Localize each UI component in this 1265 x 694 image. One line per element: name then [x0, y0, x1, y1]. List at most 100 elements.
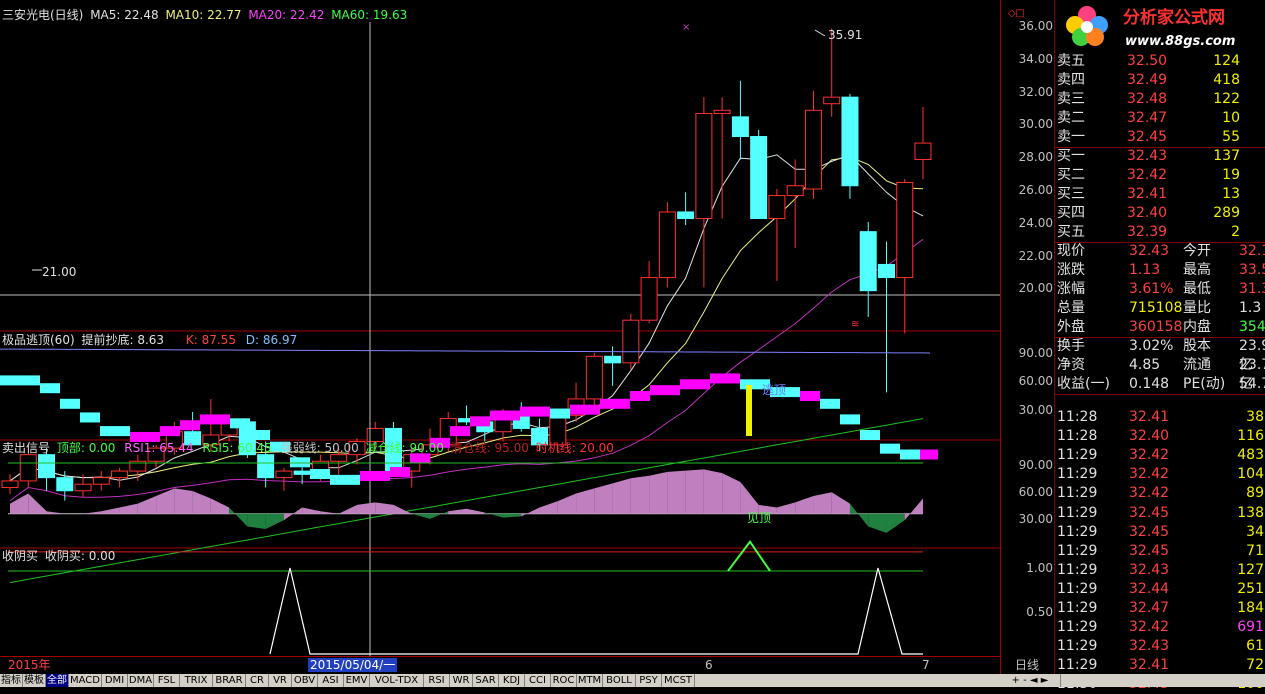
orderbook-volume: 137 [1213, 148, 1240, 164]
tick-price: 32.45 [1129, 523, 1170, 540]
orderbook-price: 32.42 [1127, 167, 1168, 183]
escape-step-bar [80, 412, 100, 423]
tick-time: 11:29 [1057, 447, 1098, 464]
tab-kdj[interactable]: KDJ [499, 674, 525, 687]
candle-body [92, 477, 110, 485]
tab-dmi[interactable]: DMI [102, 674, 128, 687]
tick-price: 32.41 [1129, 657, 1170, 674]
stat-label-2: 内盘 [1183, 319, 1211, 335]
logo-url: www.88gs.com [1125, 34, 1236, 49]
ma10-value: MA10: 22.77 [165, 8, 242, 22]
stat-value: 1.13 [1129, 262, 1161, 278]
escape-step-bar [180, 420, 200, 431]
rsi-area [813, 492, 832, 514]
tab-cr[interactable]: CR [246, 674, 269, 687]
candle-body [257, 454, 275, 479]
orderbook-volume: 10 [1222, 110, 1240, 126]
rsi-area [776, 502, 796, 514]
tab-obv[interactable]: OBV [292, 674, 318, 687]
tab-roc[interactable]: ROC [551, 674, 577, 687]
tick-row: 11:29 32.45 34 [1055, 523, 1265, 542]
stat-value: 715108 [1129, 300, 1183, 316]
candle-body [622, 319, 640, 364]
x-marker: × [682, 22, 690, 33]
tick-row: 11:29 32.42 104 [1055, 465, 1265, 484]
tab-全部[interactable]: 全部 [46, 674, 69, 687]
rsi-area [210, 498, 230, 514]
escape-step-bar [860, 430, 880, 440]
buy-signal-line [269, 567, 923, 655]
tab-模板[interactable]: 模板 [23, 674, 46, 687]
strong-line-value: 强弱线: 50.00 [280, 441, 359, 455]
stat-value: 3.02% [1129, 338, 1174, 354]
escape-upper-line [0, 348, 931, 354]
tab-sar[interactable]: SAR [473, 674, 499, 687]
orderbook-row: 买五 32.39 2 [1055, 223, 1265, 242]
tab-fsl[interactable]: FSL [154, 674, 180, 687]
orderbook-label: 买四 [1057, 205, 1085, 221]
orderbook-volume: 55 [1222, 129, 1240, 145]
escape-step-bar [40, 383, 60, 394]
tick-22: 22.00 [1018, 249, 1053, 263]
kline-chart-area[interactable]: × ≋ 三安光电(日线) MA5: 22.48 MA10: 22.77 MA20:… [0, 0, 1000, 674]
stat-label: 收益(一) [1057, 376, 1110, 392]
tab-mcst[interactable]: MCST [662, 674, 695, 687]
orderbook-label: 卖一 [1057, 129, 1085, 145]
panel2-title: 极品逃顶(60) [2, 333, 75, 347]
tab-asi[interactable]: ASI [318, 674, 344, 687]
panel4-title: 收阴买 [2, 549, 39, 563]
escape-step-bar [630, 391, 650, 401]
rsi-area [229, 507, 248, 527]
tab-trix[interactable]: TRIX [180, 674, 213, 687]
tab-vr[interactable]: VR [269, 674, 292, 687]
month-7-label: 7 [922, 658, 930, 672]
stat-label-2: 流通 [1183, 357, 1211, 373]
orderbook-row: 卖四 32.49 418 [1055, 71, 1265, 90]
high-marker [814, 29, 826, 37]
escape-step-bar [490, 410, 520, 421]
rsi5-value: RSI5: 60.45 [202, 441, 272, 455]
tab-cci[interactable]: CCI [525, 674, 551, 687]
rsi-area [320, 511, 339, 514]
stat-value-2: 32.1 [1239, 243, 1265, 259]
candle-body [275, 470, 293, 479]
tick-time: 11:29 [1057, 504, 1098, 521]
tick-time: 11:29 [1057, 619, 1098, 636]
ma60-value: MA60: 19.63 [331, 8, 408, 22]
tab-psy[interactable]: PSY [636, 674, 662, 687]
rsi-area [192, 490, 211, 514]
p4-tick-1: 1.00 [1026, 561, 1053, 575]
orderbook-row: 卖一 32.45 55 [1055, 128, 1265, 147]
candle-body [731, 116, 749, 138]
tick-time: 11:29 [1057, 638, 1098, 655]
tab-mtm[interactable]: MTM [577, 674, 603, 687]
d-value: D: 86.97 [245, 333, 298, 347]
tab-boll[interactable]: BOLL [603, 674, 636, 687]
tick-28: 28.00 [1018, 150, 1053, 164]
tab-wr[interactable]: WR [450, 674, 473, 687]
p2-tick-90: 90.00 [1018, 346, 1053, 360]
candle-body [56, 477, 74, 492]
orderbook-label: 卖二 [1057, 110, 1085, 126]
candle-body [640, 277, 658, 321]
escape-step-bar [290, 457, 310, 468]
tab-emv[interactable]: EMV [344, 674, 370, 687]
tab-vol-tdx[interactable]: VOL-TDX [370, 674, 424, 687]
tab-rsi[interactable]: RSI [424, 674, 450, 687]
rsi-area [119, 503, 138, 514]
tick-price: 32.47 [1129, 600, 1170, 616]
logo-text: 分析家公式网 [1123, 8, 1225, 28]
rsi-area [703, 469, 723, 514]
stat-value-2: 33.5 [1239, 262, 1265, 278]
tab-dma[interactable]: DMA [128, 674, 154, 687]
escape-step-bar [880, 443, 900, 454]
tab-指标[interactable]: 指标 [0, 674, 23, 687]
tick-row: 11:29 32.44 251 [1055, 580, 1265, 599]
tab-macd[interactable]: MACD [69, 674, 102, 687]
tab-brar[interactable]: BRAR [213, 674, 246, 687]
escape-step-bar [230, 418, 250, 429]
rsi-area [576, 488, 595, 514]
zoom-nav-buttons[interactable]: + - ◄ ► [1000, 674, 1061, 687]
orderbook-price: 32.43 [1127, 148, 1168, 164]
escape-step-bar [0, 375, 40, 386]
